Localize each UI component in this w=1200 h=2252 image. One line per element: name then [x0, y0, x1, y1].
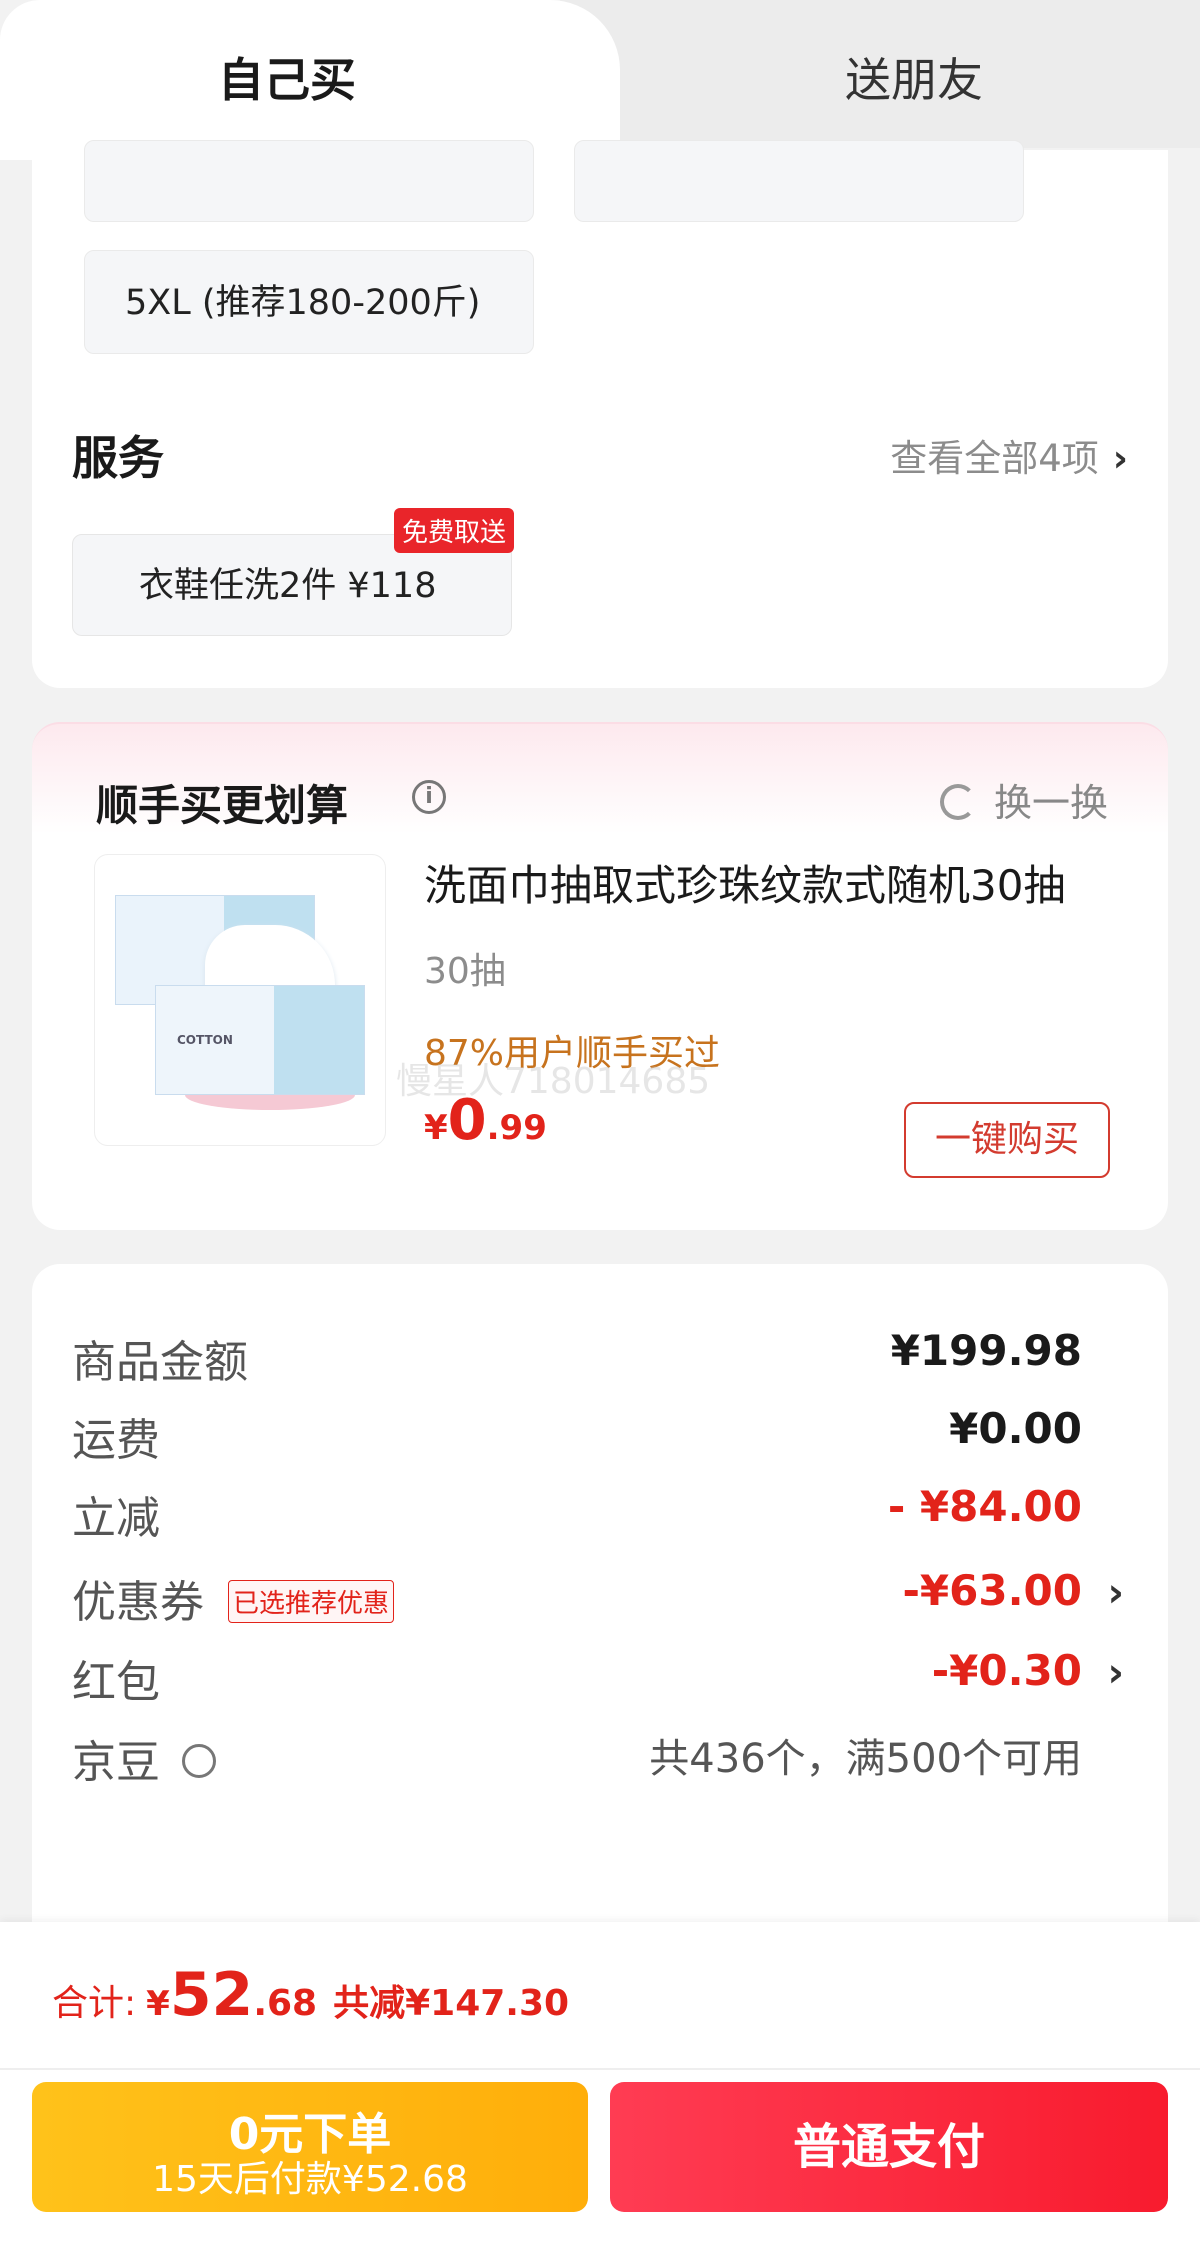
- price-currency: ¥: [424, 1108, 448, 1148]
- recommend-card: 顺手买更划算 i 换一换 COTTON 洗面巾抽取式珍珠纹款式随机30抽 30抽…: [32, 722, 1168, 1230]
- summary-row-beans: 京豆 共436个，满500个可用: [32, 1716, 1168, 1796]
- refresh-icon: [939, 783, 976, 820]
- summary-row-shipping: 运费 ¥0.00: [32, 1394, 1168, 1474]
- coupon-tag: 已选推荐优惠: [228, 1580, 395, 1623]
- checkout-bar: 合计: ¥52.68 共减¥147.30 0元下单 15天后付款¥52.68 普通支…: [0, 1922, 1200, 2252]
- service-view-all-label: 查看全部4项: [890, 437, 1099, 480]
- total-saving: 共减¥147.30: [333, 1983, 570, 2024]
- summary-value: -¥63.00: [902, 1566, 1082, 1615]
- swap-label: 换一换: [993, 781, 1108, 825]
- summary-label: 商品金额: [72, 1337, 248, 1388]
- size-option-5xl[interactable]: 5XL (推荐180-200斤): [84, 250, 534, 354]
- order-total: 合计: ¥52.68 共减¥147.30: [52, 1960, 569, 2030]
- total-currency: ¥: [146, 1984, 170, 2024]
- product-spec: 30抽: [424, 951, 506, 992]
- summary-value: ¥199.98: [890, 1326, 1082, 1375]
- tab-friend-label[interactable]: 送朋友: [845, 44, 983, 110]
- price-decimal: .99: [486, 1108, 547, 1148]
- options-card: 5XL (推荐180-200斤) 服务 查看全部4项 › 衣鞋任洗2件 ¥118 …: [32, 140, 1168, 688]
- product-image[interactable]: COTTON: [94, 854, 386, 1146]
- chevron-right-icon: ›: [1107, 1650, 1124, 1696]
- info-icon[interactable]: i: [412, 780, 446, 814]
- summary-label: 运费: [72, 1415, 160, 1466]
- summary-label: 红包: [72, 1657, 160, 1708]
- service-title: 服务: [72, 431, 164, 485]
- price-integer: 0: [447, 1088, 487, 1153]
- summary-value: ¥0.00: [949, 1404, 1082, 1453]
- purchase-tabs: 自己买 送朋友: [0, 0, 1200, 160]
- divider: [0, 2068, 1200, 2070]
- summary-value: - ¥84.00: [887, 1482, 1082, 1531]
- service-view-all-link[interactable]: 查看全部4项 ›: [890, 428, 1128, 482]
- summary-label: 京豆: [72, 1737, 160, 1788]
- summary-value: -¥0.30: [931, 1646, 1082, 1695]
- info-icon[interactable]: [182, 1744, 216, 1778]
- swap-button[interactable]: 换一换: [939, 772, 1108, 827]
- total-integer: 52: [169, 1960, 254, 2030]
- summary-label: 立减: [72, 1493, 160, 1544]
- summary-row-redpacket[interactable]: 红包 -¥0.30 ›: [32, 1636, 1168, 1716]
- summary-label: 优惠券: [72, 1577, 204, 1628]
- zero-yuan-order-button[interactable]: 0元下单 15天后付款¥52.68: [32, 2082, 588, 2212]
- recommend-title: 顺手买更划算: [96, 781, 349, 830]
- chevron-right-icon: ›: [1107, 1570, 1124, 1616]
- product-price: ¥0.99: [424, 1088, 547, 1153]
- package-label: COTTON: [177, 1033, 233, 1047]
- total-decimal: .68: [253, 1983, 318, 2024]
- zero-btn-subtitle: 15天后付款¥52.68: [152, 2159, 468, 2200]
- chevron-right-icon: ›: [1112, 437, 1128, 480]
- summary-value: 共436个，满500个可用: [649, 1736, 1082, 1782]
- one-click-buy-button[interactable]: 一键购买: [904, 1102, 1110, 1178]
- pay-button[interactable]: 普通支付: [610, 2082, 1168, 2212]
- summary-row-coupon[interactable]: 优惠券 已选推荐优惠 -¥63.00 ›: [32, 1556, 1168, 1636]
- tab-self-label[interactable]: 自己买: [218, 44, 356, 110]
- summary-row-goods: 商品金额 ¥199.98: [32, 1316, 1168, 1396]
- summary-row-discount: 立减 - ¥84.00: [32, 1472, 1168, 1552]
- total-label: 合计:: [52, 1983, 137, 2024]
- size-option[interactable]: [574, 140, 1024, 222]
- product-name[interactable]: 洗面巾抽取式珍珠纹款式随机30抽: [424, 852, 1065, 913]
- size-option[interactable]: [84, 140, 534, 222]
- service-badge: 免费取送: [394, 508, 515, 553]
